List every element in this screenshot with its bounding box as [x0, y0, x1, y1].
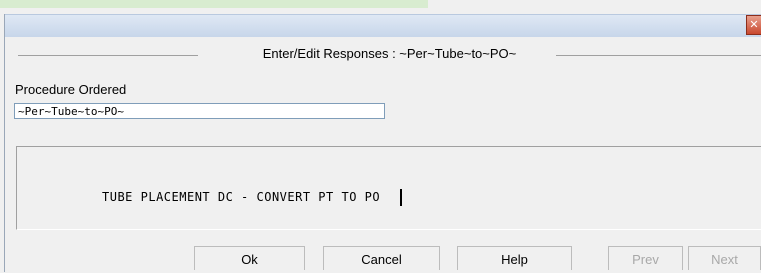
- ok-button[interactable]: Ok: [194, 246, 305, 270]
- close-button[interactable]: ✕: [746, 15, 761, 35]
- help-button[interactable]: Help: [457, 246, 572, 270]
- procedure-ordered-label: Procedure Ordered: [15, 82, 127, 97]
- response-text: TUBE PLACEMENT DC - CONVERT PT TO PO: [102, 190, 381, 204]
- close-icon: ✕: [749, 18, 759, 31]
- window-border: [4, 14, 5, 272]
- procedure-ordered-field[interactable]: ~Per~Tube~to~PO~: [14, 103, 385, 119]
- text-cursor: [400, 189, 402, 206]
- response-text-area[interactable]: [16, 146, 761, 230]
- cancel-button[interactable]: Cancel: [323, 246, 440, 270]
- background-app-strip: [0, 0, 428, 8]
- prev-button[interactable]: Prev: [608, 246, 683, 270]
- window-titlebar[interactable]: [4, 14, 761, 37]
- next-button[interactable]: Next: [688, 246, 761, 270]
- group-title: Enter/Edit Responses : ~Per~Tube~to~PO~: [18, 46, 761, 61]
